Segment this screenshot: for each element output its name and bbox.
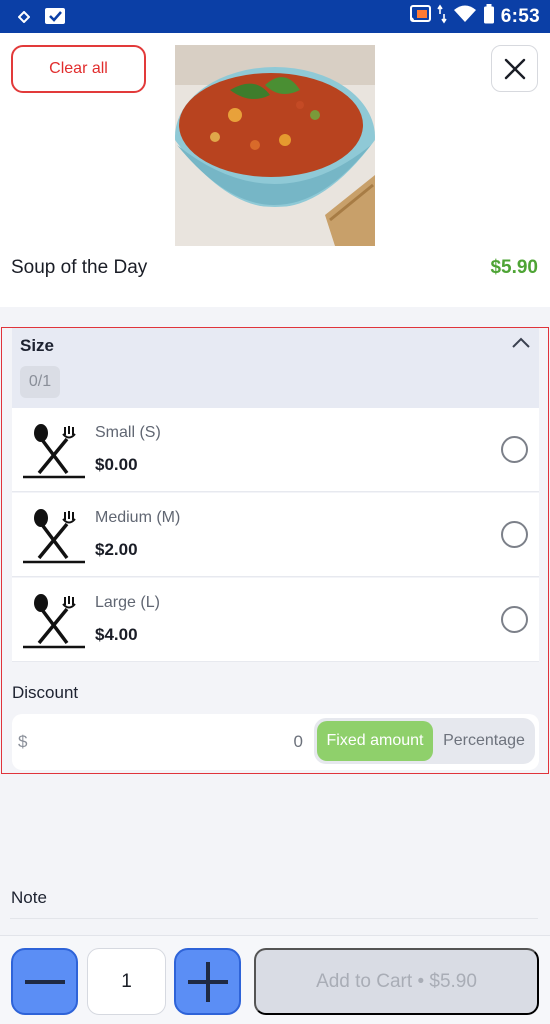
minus-icon	[24, 979, 65, 984]
size-option-price: $2.00	[95, 540, 138, 559]
size-option-label: Small (S)	[95, 424, 161, 441]
notification-diamond-icon	[17, 10, 31, 28]
battery-icon	[483, 4, 495, 29]
utensils-icon	[21, 591, 87, 653]
clear-all-button[interactable]: Clear all	[11, 45, 146, 93]
discount-currency: $	[18, 732, 28, 751]
close-icon	[504, 58, 525, 79]
size-option-small[interactable]: Small (S) $0.00	[12, 408, 539, 492]
size-option-medium[interactable]: Medium (M) $2.00	[12, 493, 539, 577]
add-to-cart-button[interactable]: Add to Cart • $5.90	[254, 948, 539, 1015]
size-option-price: $4.00	[95, 625, 138, 644]
size-option-price: $0.00	[95, 455, 138, 474]
quantity-field[interactable]: 1	[87, 948, 166, 1015]
cart-bar: 1 Add to Cart • $5.90	[0, 935, 550, 1024]
size-option-label: Medium (M)	[95, 509, 181, 526]
checkbox-app-icon	[44, 6, 66, 31]
item-image	[175, 45, 375, 246]
size-option-radio[interactable]	[501, 606, 528, 633]
fixed-amount-option[interactable]: Fixed amount	[317, 721, 433, 761]
size-group-header[interactable]: Size 0/1	[12, 328, 539, 408]
percentage-option[interactable]: Percentage	[435, 721, 533, 761]
item-price: $5.90	[490, 257, 538, 278]
item-header: Clear all Soup of the Day $5.90	[0, 33, 550, 307]
size-option-radio[interactable]	[501, 521, 528, 548]
cast-icon	[409, 5, 431, 28]
note-input[interactable]	[10, 918, 538, 919]
status-time: 6:53	[500, 5, 540, 27]
discount-title: Discount	[12, 683, 79, 702]
increase-quantity-button[interactable]	[174, 948, 241, 1015]
size-group-title: Size	[20, 336, 55, 355]
chevron-up-icon[interactable]	[511, 336, 531, 355]
size-option-label: Large (L)	[95, 594, 160, 611]
status-bar: 6:53	[0, 0, 550, 33]
item-name: Soup of the Day	[11, 257, 148, 278]
discount-type-toggle: Fixed amount Percentage	[314, 718, 535, 764]
size-selection-counter: 0/1	[20, 366, 60, 398]
data-arrows-icon	[437, 4, 447, 29]
options-panel: Size 0/1 Small (S) $0.00 Medium (M) $2.0…	[1, 327, 549, 774]
wifi-icon	[453, 5, 477, 28]
decrease-quantity-button[interactable]	[11, 948, 78, 1015]
close-button[interactable]	[491, 45, 538, 92]
discount-row: $ 0 Fixed amount Percentage	[12, 714, 539, 770]
discount-amount-input[interactable]: 0	[294, 732, 303, 752]
utensils-icon	[21, 421, 87, 483]
plus-icon	[187, 961, 228, 1002]
size-option-radio[interactable]	[501, 436, 528, 463]
size-option-large[interactable]: Large (L) $4.00	[12, 578, 539, 662]
note-title: Note	[11, 888, 47, 907]
utensils-icon	[21, 506, 87, 568]
